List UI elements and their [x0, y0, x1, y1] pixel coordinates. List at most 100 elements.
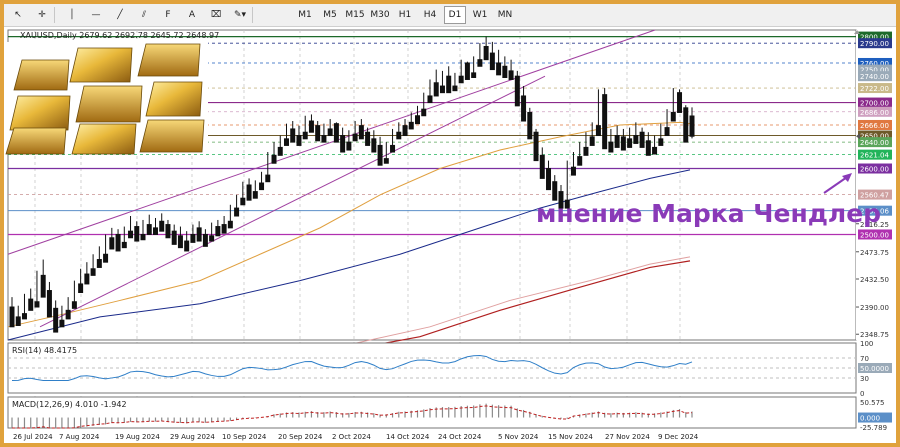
- candle-body: [464, 62, 470, 80]
- candle-body: [546, 168, 552, 191]
- candle-body: [96, 259, 102, 268]
- gold-bar: [75, 85, 143, 123]
- candle-body: [90, 268, 96, 276]
- candle-body: [608, 141, 614, 153]
- price-tick-label: 2348.75: [860, 331, 889, 339]
- date-label: 20 Sep 2024: [278, 433, 323, 441]
- candle: [96, 246, 102, 268]
- gold-bar: [71, 123, 137, 155]
- rsi-tick-label: 0: [860, 390, 864, 398]
- candle-body: [103, 253, 109, 263]
- candle: [496, 49, 502, 76]
- candle-body: [346, 141, 352, 151]
- date-label: 15 Nov 2024: [548, 433, 593, 441]
- candle: [552, 175, 558, 201]
- candle-body: [683, 107, 689, 143]
- macd-label: MACD(12,26,9) 4.010 -1.942: [12, 400, 127, 409]
- candle-body: [21, 313, 27, 320]
- rsi-tick-label: 30: [860, 375, 869, 383]
- gold-bar: [139, 119, 205, 153]
- candle-body: [184, 240, 190, 252]
- candle: [421, 92, 427, 117]
- candle-body: [171, 230, 177, 245]
- candle: [658, 123, 664, 146]
- candle-body: [446, 75, 452, 94]
- candle: [352, 121, 358, 142]
- candle: [159, 213, 165, 232]
- candle-body: [333, 123, 339, 143]
- candle-body: [165, 224, 171, 239]
- candle: [128, 216, 134, 239]
- candle: [209, 222, 215, 242]
- candle: [259, 171, 265, 191]
- candle-body: [121, 241, 127, 249]
- candle: [589, 122, 595, 146]
- candle-body: [483, 45, 489, 61]
- candle: [227, 204, 233, 229]
- candle-body: [521, 95, 527, 122]
- candle: [103, 234, 109, 263]
- candle: [614, 125, 620, 148]
- date-axis: 26 Jul 2024 7 Aug 2024 19 Aug 2024 29 Aug 2…: [13, 433, 699, 441]
- candle-body: [28, 298, 34, 311]
- candle-body: [128, 230, 134, 239]
- candle: [358, 119, 364, 140]
- date-label: 9 Dec 2024: [658, 433, 699, 441]
- candle: [221, 216, 227, 234]
- candle: [521, 86, 527, 122]
- candle: [315, 121, 321, 142]
- candle-body: [390, 144, 396, 153]
- candle-body: [471, 72, 477, 78]
- macd-tick-label: -25.789: [860, 424, 887, 432]
- candle: [502, 56, 508, 78]
- candle: [321, 123, 327, 143]
- candle: [115, 229, 121, 252]
- candle: [546, 160, 552, 191]
- candle: [452, 72, 458, 92]
- candle: [333, 122, 339, 143]
- candle-body: [315, 125, 321, 142]
- candle: [346, 130, 352, 151]
- candle-body: [240, 197, 246, 206]
- price-chart[interactable]: 2800.002790.002760.002750.002740.002722.…: [0, 0, 900, 447]
- price-label: 2740.00: [860, 73, 889, 81]
- candle: [415, 105, 421, 125]
- candle: [302, 115, 308, 140]
- candle: [53, 300, 59, 333]
- candle-body: [290, 128, 296, 143]
- candle-body: [115, 233, 121, 252]
- candle: [121, 226, 127, 249]
- candle-body: [489, 52, 495, 71]
- candle-body: [46, 290, 52, 318]
- candle-body: [271, 154, 277, 164]
- candle: [627, 127, 633, 148]
- candle-body: [78, 283, 84, 294]
- candle-body: [296, 135, 302, 146]
- price-label: 2500.00: [860, 231, 889, 239]
- gold-bar: [5, 127, 67, 155]
- candle: [633, 122, 639, 144]
- candle: [670, 88, 676, 122]
- candle-body: [433, 82, 439, 97]
- candle-body: [658, 138, 664, 146]
- candle-body: [602, 94, 608, 150]
- candle: [639, 127, 645, 148]
- candle-body: [514, 75, 520, 107]
- candle: [215, 219, 221, 237]
- candle: [595, 89, 601, 137]
- macd-panel: MACD(12,26,9) 4.010 -1.942 50.575 0.000-25…: [7, 396, 892, 432]
- arrow-icon: [823, 173, 852, 194]
- candle: [471, 56, 477, 78]
- candle: [252, 180, 258, 199]
- candle-body: [595, 125, 601, 137]
- date-label: 24 Oct 2024: [438, 433, 482, 441]
- candle-body: [458, 75, 464, 84]
- date-label: 27 Nov 2024: [605, 433, 650, 441]
- candle-body: [71, 301, 77, 309]
- macd-zero-label: 0.000: [860, 415, 880, 423]
- candle-body: [677, 92, 683, 113]
- candle-body: [633, 135, 639, 144]
- candle: [15, 305, 21, 326]
- price-label: 2666.00: [860, 122, 889, 130]
- candle-body: [527, 111, 533, 140]
